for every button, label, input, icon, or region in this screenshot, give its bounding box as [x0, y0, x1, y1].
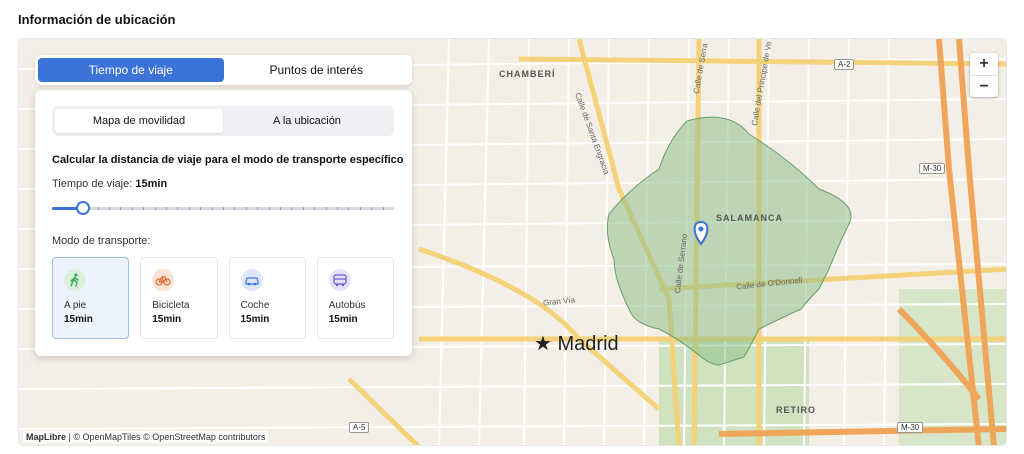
car-icon	[240, 269, 263, 291]
slider-tick	[371, 207, 372, 210]
slider-tick	[132, 207, 133, 210]
calc-title: Calcular la distancia de viaje para el m…	[52, 154, 404, 166]
mode-duration: 15min	[152, 314, 182, 325]
tab-travel-time[interactable]: Tiempo de viaje	[38, 58, 224, 82]
slider-tick	[314, 207, 315, 210]
slider-tick	[348, 207, 349, 210]
slider-tick	[189, 207, 190, 210]
slider-tick	[326, 207, 327, 210]
mode-duration: 15min	[240, 314, 270, 325]
zoom-control: + −	[970, 53, 998, 97]
slider-tick	[155, 207, 156, 210]
toggle-mobility-map[interactable]: Mapa de movilidad	[55, 109, 223, 133]
mode-duration: 15min	[328, 314, 358, 325]
travel-time-value: 15min	[135, 178, 168, 190]
transport-modes: A pie 15min Bicicleta 15min Coche 15min …	[52, 257, 394, 339]
slider-tick	[177, 207, 178, 210]
tab-points-of-interest[interactable]: Puntos de interés	[224, 58, 410, 82]
mode-name: A pie	[64, 300, 87, 311]
label-chamberi: CHAMBERÍ	[499, 69, 556, 79]
panel-tabs: Tiempo de viaje Puntos de interés	[35, 55, 412, 85]
label-madrid: ★ Madrid	[534, 333, 619, 355]
slider-tick	[257, 207, 258, 210]
shield-m30-bottom: M-30	[897, 422, 924, 433]
view-toggle: Mapa de movilidad A la ubicación	[52, 106, 394, 136]
mode-bicycle[interactable]: Bicicleta 15min	[140, 257, 218, 339]
mode-car[interactable]: Coche 15min	[228, 257, 306, 339]
attribution-brand-link[interactable]: MapLibre	[26, 432, 66, 442]
attribution-text: | © OpenMapTiles © OpenStreetMap contrib…	[66, 432, 266, 442]
slider-tick	[143, 207, 144, 210]
travel-time-panel: Mapa de movilidad A la ubicación Calcula…	[35, 90, 412, 356]
zoom-in-button[interactable]: +	[970, 53, 998, 75]
section-title: Información de ubicación	[18, 12, 176, 27]
label-retiro: RETIRO	[776, 405, 817, 415]
slider-tick	[280, 207, 281, 210]
slider-tick	[223, 207, 224, 210]
mode-name: Coche	[240, 300, 270, 311]
travel-time-row: Tiempo de viaje: 15min	[52, 178, 167, 190]
walking-icon	[64, 269, 86, 291]
slider-thumb[interactable]	[76, 201, 90, 215]
bicycle-icon	[152, 269, 175, 291]
shield-a2: A-2	[834, 59, 855, 70]
mode-bus[interactable]: Autobús 15min	[316, 257, 394, 339]
slider-tick	[200, 207, 201, 210]
shield-a5: A-5	[349, 422, 370, 433]
travel-time-slider[interactable]	[52, 201, 394, 215]
mode-duration: 15min	[64, 314, 93, 325]
mode-walking[interactable]: A pie 15min	[52, 257, 130, 339]
slider-tick	[212, 207, 213, 210]
slider-tick	[360, 207, 361, 210]
slider-tick	[120, 207, 121, 210]
slider-tick	[234, 207, 235, 210]
zoom-out-button[interactable]: −	[970, 75, 998, 97]
slider-tick	[303, 207, 304, 210]
slider-ticks	[52, 207, 394, 210]
slider-tick	[337, 207, 338, 210]
slider-tick	[269, 207, 270, 210]
mode-label: Modo de transporte:	[52, 235, 151, 247]
slider-tick	[291, 207, 292, 210]
map-attribution: MapLibre | © OpenMapTiles © OpenStreetMa…	[23, 431, 269, 443]
mode-name: Autobús	[328, 300, 366, 311]
toggle-to-location[interactable]: A la ubicación	[223, 109, 391, 133]
slider-tick	[166, 207, 167, 210]
label-salamanca: SALAMANCA	[716, 213, 783, 223]
slider-tick	[383, 207, 384, 210]
slider-tick	[246, 207, 247, 210]
shield-m30-top: M-30	[919, 163, 946, 174]
slider-tick	[109, 207, 110, 210]
travel-time-label: Tiempo de viaje:	[52, 178, 133, 190]
mode-name: Bicicleta	[152, 300, 190, 311]
bus-icon	[328, 269, 351, 291]
slider-tick	[98, 207, 99, 210]
